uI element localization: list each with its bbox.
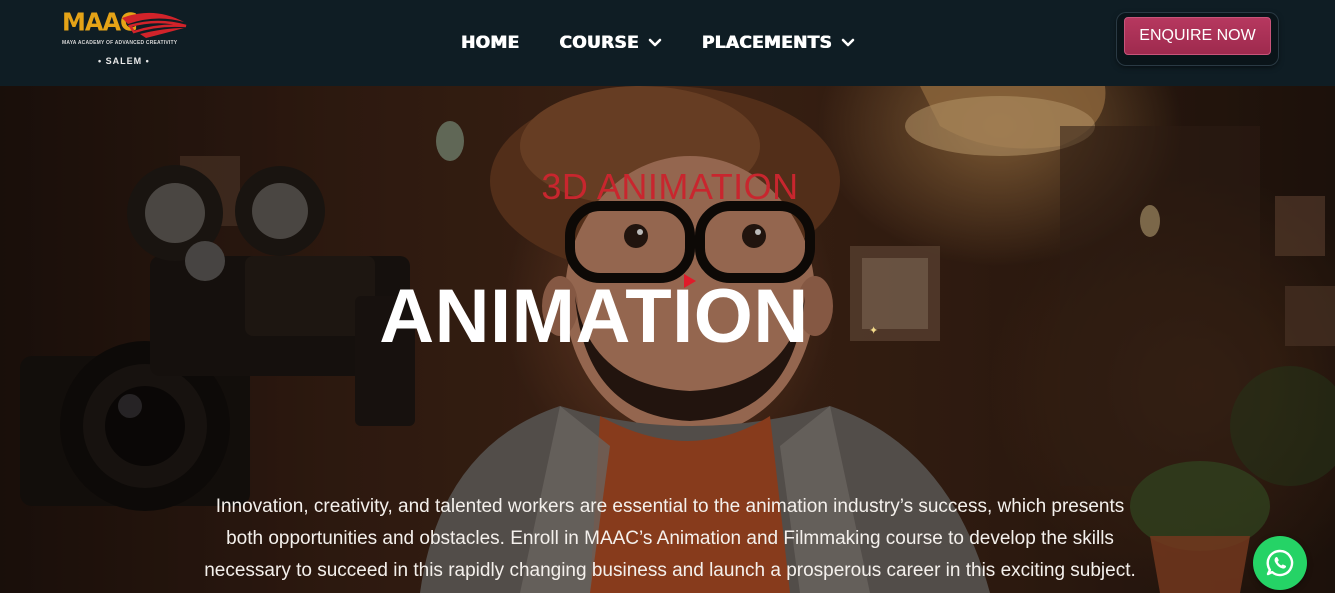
nav-item-course[interactable]: COURSE	[559, 33, 662, 53]
whatsapp-icon	[1266, 549, 1294, 577]
maac-logo[interactable]: MAAC MAYA ACADEMY OF ADVANCED CREATIVITY…	[60, 7, 190, 70]
logo-tagline: MAYA ACADEMY OF ADVANCED CREATIVITY	[62, 40, 178, 46]
nav-item-label: PLACEMENTS	[701, 33, 833, 53]
enquire-button-frame: ENQUIRE NOW	[1117, 13, 1278, 65]
logo-swoosh-icon	[122, 12, 187, 38]
nav-item-label: COURSE	[559, 33, 639, 53]
main-nav: HOME COURSE PLACEMENTS	[461, 28, 855, 58]
logo-city: • SALEM •	[98, 56, 150, 66]
chevron-down-icon	[841, 38, 855, 47]
nav-item-placements[interactable]: PLACEMENTS	[702, 33, 855, 53]
hero-banner: 3D ANIMATION ANIMATION ✦ Innovation, cre…	[0, 86, 1335, 593]
sparkle-icon: ✦	[869, 325, 879, 337]
nav-item-home[interactable]: HOME	[461, 33, 519, 53]
hero-subtitle: 3D ANIMATION	[541, 166, 799, 207]
hero-title: ANIMATION	[379, 274, 809, 359]
site-header: MAAC MAYA ACADEMY OF ADVANCED CREATIVITY…	[0, 0, 1335, 86]
hero-description: Innovation, creativity, and talented wor…	[204, 496, 1136, 581]
enquire-now-button[interactable]: ENQUIRE NOW	[1124, 17, 1271, 55]
whatsapp-chat-button[interactable]	[1253, 536, 1307, 590]
nav-item-label: HOME	[461, 33, 520, 53]
chevron-down-icon	[648, 38, 662, 47]
